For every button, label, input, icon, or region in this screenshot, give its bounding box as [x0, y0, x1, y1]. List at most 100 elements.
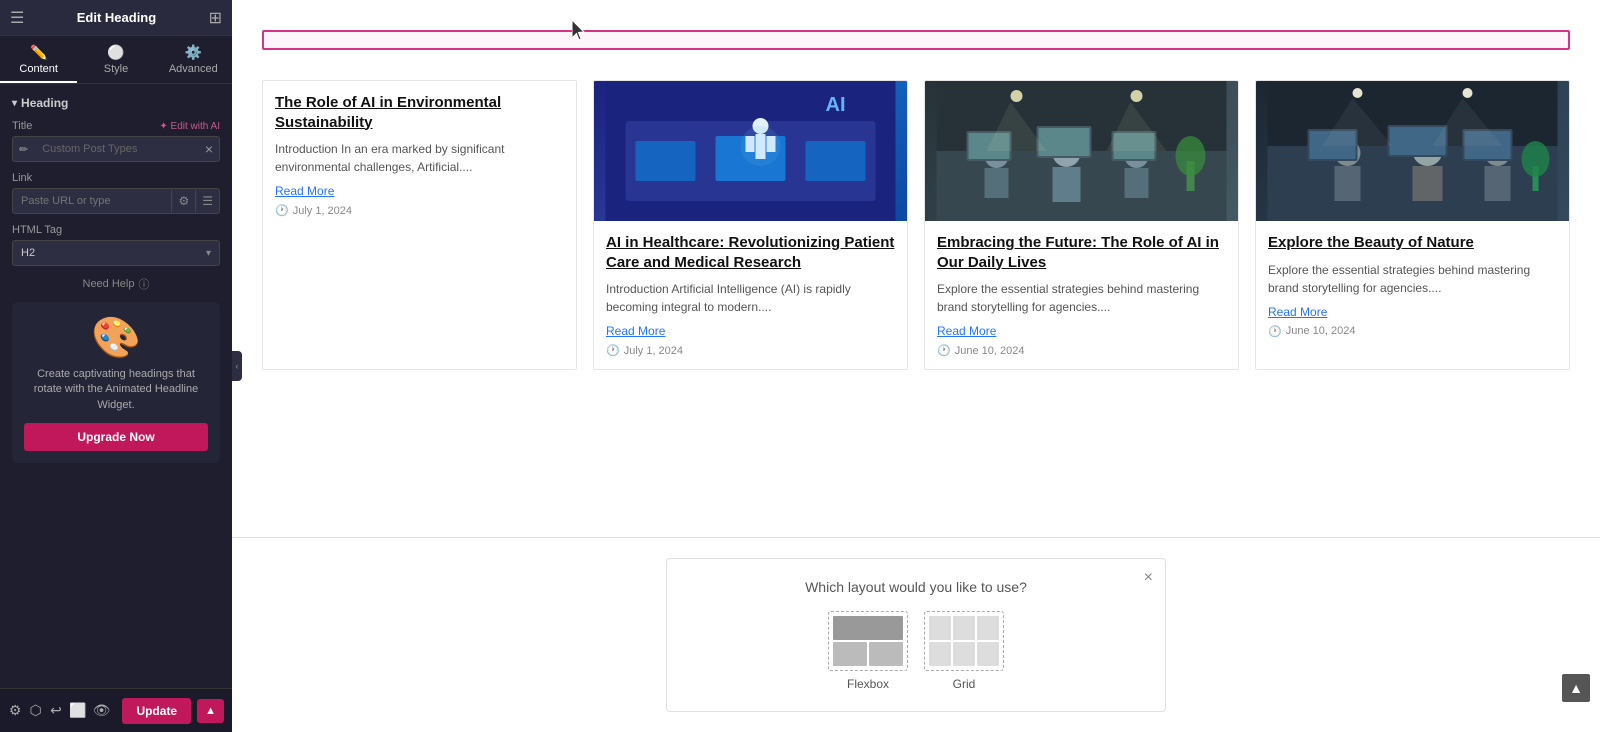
style-tab-label: Style	[104, 63, 128, 75]
post-date-2: July 1, 2024	[606, 344, 895, 357]
post-image-ai-2	[925, 81, 1238, 221]
panel-tabs: ✏️ Content ⚪ Style ⚙️ Advanced	[0, 36, 232, 84]
posts-section: The Role of AI in Environmental Sustaina…	[232, 60, 1600, 390]
html-tag-arrow-icon: ▾	[198, 248, 219, 259]
preview-footer-icon[interactable]: 👁	[93, 697, 111, 725]
heading-selected-area[interactable]	[262, 30, 1570, 50]
post-read-more-2[interactable]: Read More	[606, 324, 895, 338]
advanced-tab-icon: ⚙️	[185, 44, 202, 61]
content-tab-label: Content	[19, 63, 58, 75]
pen-icon: ✏	[13, 143, 34, 156]
flexbox-cell-large	[833, 616, 903, 640]
layout-dialog-title: Which layout would you like to use?	[691, 579, 1141, 595]
post-title-2[interactable]: AI in Healthcare: Revolutionizing Patien…	[606, 233, 895, 272]
layout-dialog-close-button[interactable]: ×	[1144, 569, 1153, 587]
layout-grid-preview	[924, 611, 1004, 671]
post-excerpt-4: Explore the essential strategies behind …	[1268, 261, 1557, 297]
responsive-footer-icon[interactable]: ⬜	[69, 697, 86, 725]
title-input[interactable]	[34, 137, 199, 161]
html-tag-select[interactable]: H2 H1 H3 H4 H5 H6 div span p	[13, 241, 198, 265]
layers-footer-icon[interactable]: ⬡	[28, 697, 42, 725]
link-row: ⚙ ☰	[12, 188, 220, 214]
layout-dialog: × Which layout would you like to use? Fl…	[666, 558, 1166, 712]
flexbox-label: Flexbox	[847, 677, 889, 691]
layout-flexbox-preview	[828, 611, 908, 671]
post-card-body-1: The Role of AI in Environmental Sustaina…	[263, 81, 576, 229]
post-date-4: June 10, 2024	[1268, 325, 1557, 338]
panel-content: Heading Title ✦ Edit with AI ✏ × Link ⚙ …	[0, 84, 232, 688]
update-button[interactable]: Update	[122, 698, 191, 724]
post-title-3[interactable]: Embracing the Future: The Role of AI in …	[937, 233, 1226, 272]
post-card-body-2: AI in Healthcare: Revolutionizing Patien…	[594, 221, 907, 369]
menu-icon[interactable]: ☰	[10, 8, 24, 28]
content-tab-icon: ✏️	[30, 44, 47, 61]
html-tag-row: H2 H1 H3 H4 H5 H6 div span p ▾	[12, 240, 220, 266]
advanced-tab-label: Advanced	[169, 63, 218, 75]
post-card: Embracing the Future: The Role of AI in …	[924, 80, 1239, 370]
link-field-label: Link	[12, 172, 220, 184]
canvas: The Role of AI in Environmental Sustaina…	[232, 0, 1600, 732]
left-panel: ☰ Edit Heading ⊞ ✏️ Content ⚪ Style ⚙️ A…	[0, 0, 232, 732]
update-chevron-button[interactable]: ▲	[197, 699, 224, 723]
help-icon[interactable]: ⓘ	[138, 276, 149, 292]
post-title-1[interactable]: The Role of AI in Environmental Sustaina…	[275, 93, 564, 132]
grid-cell-6	[977, 642, 999, 666]
post-card: The Role of AI in Environmental Sustaina…	[262, 80, 577, 370]
panel-title: Edit Heading	[77, 10, 156, 25]
posts-grid: The Role of AI in Environmental Sustaina…	[262, 80, 1570, 370]
post-card-body-3: Embracing the Future: The Role of AI in …	[925, 221, 1238, 369]
grid-cell-1	[929, 616, 951, 640]
flexbox-grid	[829, 612, 907, 670]
promo-text: Create captivating headings that rotate …	[24, 367, 208, 413]
link-settings-button[interactable]: ⚙	[171, 190, 195, 212]
settings-footer-icon[interactable]: ⚙	[8, 697, 22, 725]
history-footer-icon[interactable]: ↩	[49, 697, 63, 725]
need-help: Need Help ⓘ	[12, 276, 220, 292]
post-image-ai-1: AI	[594, 81, 907, 221]
tab-advanced[interactable]: ⚙️ Advanced	[155, 36, 232, 83]
edit-with-ai-button[interactable]: ✦ Edit with AI	[159, 121, 220, 132]
grid-cell-2	[953, 616, 975, 640]
flexbox-cell-1	[833, 642, 867, 666]
link-list-button[interactable]: ☰	[195, 190, 219, 212]
panel-header: ☰ Edit Heading ⊞	[0, 0, 232, 36]
tab-style[interactable]: ⚪ Style	[77, 36, 154, 83]
grid-cell-3	[977, 616, 999, 640]
panel-footer: ⚙ ⬡ ↩ ⬜ 👁 Update ▲	[0, 688, 232, 732]
clear-title-button[interactable]: ×	[199, 141, 219, 157]
post-image-ai-3	[1256, 81, 1569, 221]
grid-icon[interactable]: ⊞	[209, 8, 222, 28]
post-date-3: June 10, 2024	[937, 344, 1226, 357]
scroll-to-top-button[interactable]: ▲	[1562, 674, 1590, 702]
title-input-wrapper: ✏ ×	[12, 136, 220, 162]
link-input[interactable]	[13, 189, 171, 213]
post-card: AI AI in Healthcare: Revolutionizing Pat…	[593, 80, 908, 370]
grid-label: Grid	[953, 677, 976, 691]
post-read-more-4[interactable]: Read More	[1268, 305, 1557, 319]
collapse-panel-handle[interactable]: ‹	[232, 351, 242, 381]
grid-cell-4	[929, 642, 951, 666]
title-field-label: Title ✦ Edit with AI	[12, 120, 220, 132]
html-tag-label: HTML Tag	[12, 224, 220, 236]
layout-option-flexbox[interactable]: Flexbox	[828, 611, 908, 691]
section-heading-heading: Heading	[12, 96, 220, 110]
post-read-more-3[interactable]: Read More	[937, 324, 1226, 338]
post-excerpt-3: Explore the essential strategies behind …	[937, 280, 1226, 316]
post-card-body-4: Explore the Beauty of Nature Explore the…	[1256, 221, 1569, 350]
post-excerpt-2: Introduction Artificial Intelligence (AI…	[606, 280, 895, 316]
post-read-more-1[interactable]: Read More	[275, 184, 564, 198]
post-card: Explore the Beauty of Nature Explore the…	[1255, 80, 1570, 370]
post-title-4[interactable]: Explore the Beauty of Nature	[1268, 233, 1557, 253]
layout-dialog-overlay: × Which layout would you like to use? Fl…	[232, 537, 1600, 732]
layout-option-grid[interactable]: Grid	[924, 611, 1004, 691]
tab-content[interactable]: ✏️ Content	[0, 36, 77, 83]
style-tab-icon: ⚪	[107, 44, 124, 61]
main-area: The Role of AI in Environmental Sustaina…	[232, 0, 1600, 732]
layout-options: Flexbox	[691, 611, 1141, 691]
grid-grid	[925, 612, 1003, 670]
upgrade-now-button[interactable]: Upgrade Now	[24, 423, 208, 451]
svg-text:AI: AI	[826, 94, 846, 116]
post-excerpt-1: Introduction In an era marked by signifi…	[275, 140, 564, 176]
grid-cell-5	[953, 642, 975, 666]
post-date-1: July 1, 2024	[275, 204, 564, 217]
